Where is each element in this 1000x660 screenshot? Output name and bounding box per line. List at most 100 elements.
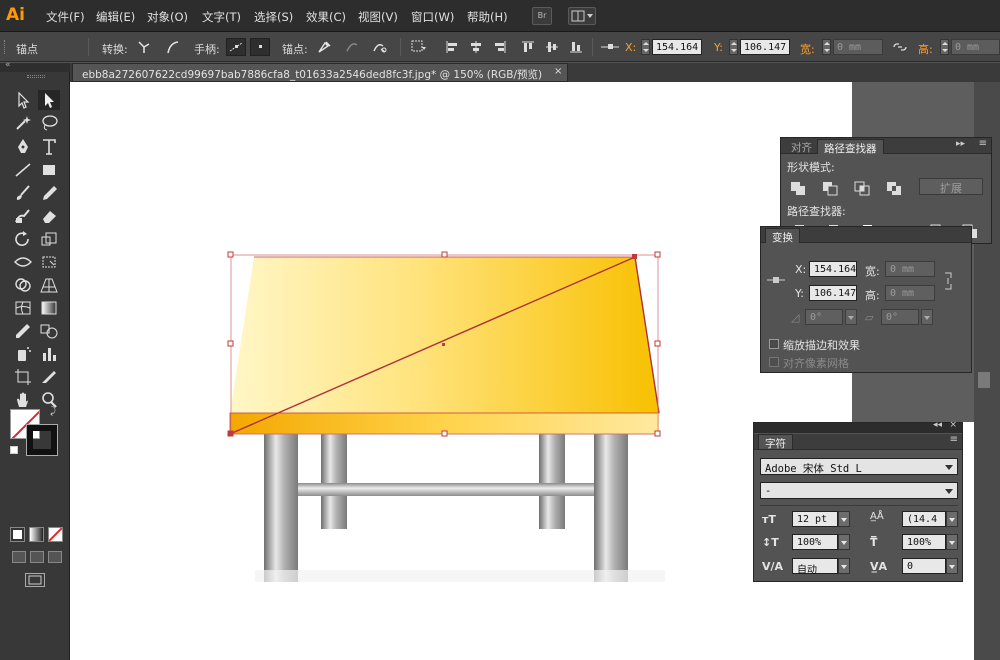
tab-character[interactable]: 字符 xyxy=(758,434,793,450)
magic-wand-tool[interactable] xyxy=(12,113,34,133)
x-field[interactable]: 154.164 xyxy=(652,39,702,55)
scale-tool[interactable] xyxy=(38,229,60,249)
width-field[interactable]: 0 mm xyxy=(833,39,883,55)
align-center-icon[interactable] xyxy=(468,39,484,55)
height-spinner[interactable] xyxy=(940,39,949,55)
document-tab[interactable]: ebb8a272607622cd99697bab7886cfa8_t01633a… xyxy=(72,63,568,82)
selection-tool[interactable] xyxy=(12,90,34,110)
align-middle-icon[interactable] xyxy=(544,39,560,55)
convert-corner-icon[interactable] xyxy=(136,39,152,55)
gradient-mode-button[interactable] xyxy=(29,527,44,542)
workspace-arrange-button[interactable] xyxy=(568,7,596,25)
artboard-tool[interactable] xyxy=(12,367,34,387)
align-left-icon[interactable] xyxy=(444,39,460,55)
link-proportions-icon[interactable] xyxy=(892,39,908,55)
transform-w-field[interactable]: 0 mm xyxy=(885,261,935,277)
color-mode-button[interactable] xyxy=(10,527,25,542)
perspective-grid-tool[interactable] xyxy=(38,275,60,295)
draw-behind-button[interactable] xyxy=(30,551,44,563)
menu-type[interactable]: 文字(T) xyxy=(202,9,241,25)
height-field[interactable]: 0 mm xyxy=(951,39,1000,55)
column-graph-tool[interactable] xyxy=(38,344,60,364)
tab-pathfinder[interactable]: 路径查找器 xyxy=(817,139,884,155)
kerning-dropdown[interactable] xyxy=(838,558,850,574)
menu-edit[interactable]: 编辑(E) xyxy=(96,9,135,25)
font-family-dropdown[interactable]: Adobe 宋体 Std L xyxy=(760,458,958,475)
tracking-dropdown[interactable] xyxy=(946,558,958,574)
rotate-tool[interactable] xyxy=(12,229,34,249)
zoom-tool[interactable] xyxy=(38,390,60,410)
horizontal-scale-field[interactable]: 100% xyxy=(902,534,946,550)
rotate-field[interactable]: 0° xyxy=(805,309,843,325)
tabletop-surface[interactable] xyxy=(230,257,659,413)
transform-h-field[interactable]: 0 mm xyxy=(885,285,935,301)
none-mode-button[interactable] xyxy=(48,527,63,542)
intersect-icon[interactable] xyxy=(853,180,871,196)
transform-x-field[interactable]: 154.164 xyxy=(809,261,857,277)
tab-transform[interactable]: 变换 xyxy=(765,228,800,244)
expand-button[interactable]: 扩展 xyxy=(919,178,983,195)
character-panel-menu-icon[interactable]: ≡ xyxy=(950,434,958,445)
align-top-icon[interactable] xyxy=(520,39,536,55)
rotate-dropdown[interactable] xyxy=(845,309,857,325)
convert-smooth-icon[interactable] xyxy=(164,39,180,55)
default-colors-icon[interactable] xyxy=(10,446,18,454)
toolbox-grip[interactable] xyxy=(27,75,45,78)
pen-tool[interactable] xyxy=(12,137,34,157)
slice-tool[interactable] xyxy=(38,367,60,387)
hand-tool[interactable] xyxy=(12,390,34,410)
collapse-panel-icon[interactable]: ▸▸ xyxy=(956,139,965,149)
screen-mode-button[interactable] xyxy=(25,573,45,587)
remove-anchor-icon[interactable] xyxy=(316,39,332,55)
blend-tool[interactable] xyxy=(38,321,60,341)
hide-handles-button[interactable] xyxy=(250,38,270,56)
type-tool[interactable] xyxy=(38,137,60,157)
reference-point-locator-icon[interactable] xyxy=(767,273,785,287)
isolate-icon[interactable] xyxy=(410,39,426,55)
gradient-tool[interactable] xyxy=(38,298,60,318)
leading-field[interactable]: (14.4 xyxy=(902,511,946,527)
close-document-icon[interactable]: × xyxy=(554,66,566,78)
show-handles-button[interactable] xyxy=(226,38,246,56)
vertical-scale-dropdown[interactable] xyxy=(838,534,850,550)
cut-path-icon[interactable] xyxy=(372,39,388,55)
collapse-toolbox-icon[interactable]: « xyxy=(5,60,11,70)
collapse-character-icon[interactable]: ◂◂ xyxy=(933,420,942,430)
align-bottom-icon[interactable] xyxy=(568,39,584,55)
minus-front-icon[interactable] xyxy=(821,180,839,196)
align-right-icon[interactable] xyxy=(492,39,508,55)
menu-select[interactable]: 选择(S) xyxy=(254,9,293,25)
menu-help[interactable]: 帮助(H) xyxy=(467,9,508,25)
shape-builder-tool[interactable] xyxy=(12,275,34,295)
scale-strokes-checkbox[interactable] xyxy=(769,339,779,349)
grip-handle[interactable] xyxy=(4,40,7,54)
mesh-tool[interactable] xyxy=(12,298,34,318)
eyedropper-tool[interactable] xyxy=(12,321,34,341)
font-size-field[interactable]: 12 pt xyxy=(792,511,838,527)
constrain-proportions-icon[interactable] xyxy=(941,271,955,291)
transform-y-field[interactable]: 106.147 xyxy=(809,285,857,301)
vertical-scale-field[interactable]: 100% xyxy=(792,534,838,550)
menu-view[interactable]: 视图(V) xyxy=(358,9,398,25)
leading-dropdown[interactable] xyxy=(946,511,958,527)
menu-file[interactable]: 文件(F) xyxy=(46,9,85,25)
tab-align[interactable]: 对齐 xyxy=(785,139,818,154)
bridge-button[interactable]: Br xyxy=(532,7,552,25)
x-spinner[interactable] xyxy=(641,39,650,55)
menu-object[interactable]: 对象(O) xyxy=(147,9,188,25)
draw-inside-button[interactable] xyxy=(48,551,62,563)
width-spinner[interactable] xyxy=(822,39,831,55)
direct-selection-tool[interactable] xyxy=(38,90,60,110)
rectangle-tool[interactable] xyxy=(38,160,60,180)
font-style-dropdown[interactable]: - xyxy=(760,482,958,499)
selected-anchor-point[interactable] xyxy=(632,254,637,259)
panel-menu-icon[interactable]: ≡ xyxy=(979,138,987,149)
symbol-sprayer-tool[interactable] xyxy=(12,344,34,364)
shear-dropdown[interactable] xyxy=(921,309,933,325)
pencil-tool[interactable] xyxy=(38,183,60,203)
free-transform-tool[interactable] xyxy=(38,252,60,272)
swap-colors-icon[interactable]: ⤸ xyxy=(50,406,56,417)
horizontal-scale-dropdown[interactable] xyxy=(946,534,958,550)
font-size-dropdown[interactable] xyxy=(838,511,850,527)
shear-field[interactable]: 0° xyxy=(881,309,919,325)
